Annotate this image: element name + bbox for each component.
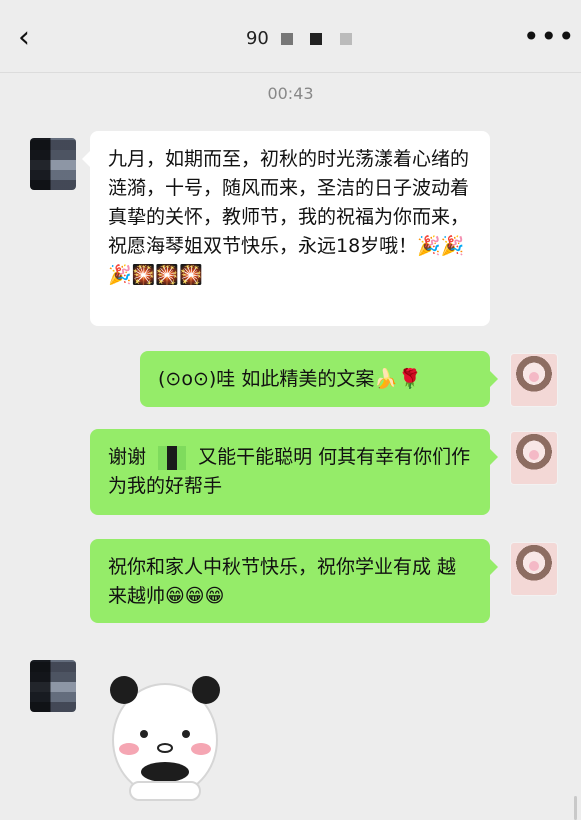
title-mosaic-2 [310, 33, 323, 45]
my-avatar[interactable] [510, 353, 558, 407]
redacted-name [158, 445, 187, 470]
outgoing-message-3[interactable]: 祝你和家人中秋节快乐，祝你学业有成 越来越帅😁😁😁 [90, 539, 498, 623]
message-text: (⊙o⊙)哇 如此精美的文案🍌🌹 [158, 368, 422, 390]
more-horizontal-icon[interactable]: ••• [523, 22, 575, 52]
message-text-before: 谢谢 [108, 446, 147, 468]
outgoing-message-1[interactable]: (⊙o⊙)哇 如此精美的文案🍌🌹 [140, 351, 498, 407]
chat-title: 90 [222, 28, 382, 52]
title-mosaic-3 [340, 33, 353, 45]
my-avatar[interactable] [510, 542, 558, 596]
chevron-left-icon[interactable]: ‹ [18, 23, 42, 53]
message-text: 祝你和家人中秋节快乐，祝你学业有成 越来越帅😁😁😁 [108, 556, 457, 607]
incoming-message-1[interactable]: 九月，如期而至，初秋的时光荡漾着心绪的涟漪，十号，随风而来，圣洁的日子波动着真挚… [82, 131, 490, 326]
contact-avatar[interactable] [30, 660, 76, 712]
scrollbar[interactable] [574, 796, 577, 820]
message-timestamp: 00:43 [267, 84, 314, 103]
my-avatar[interactable] [510, 431, 558, 485]
title-mosaic-1 [280, 33, 293, 45]
outgoing-message-2[interactable]: 谢谢 又能干能聪明 何其有幸有你们作为我的好帮手 [90, 429, 498, 515]
contact-avatar[interactable] [30, 138, 76, 190]
chat-header: ‹ 90 ••• [0, 0, 581, 73]
chat-title-text: 90 [245, 28, 269, 49]
message-text: 九月，如期而至，初秋的时光荡漾着心绪的涟漪，十号，随风而来，圣洁的日子波动着真挚… [108, 148, 470, 286]
panda-sticker[interactable] [106, 660, 224, 808]
